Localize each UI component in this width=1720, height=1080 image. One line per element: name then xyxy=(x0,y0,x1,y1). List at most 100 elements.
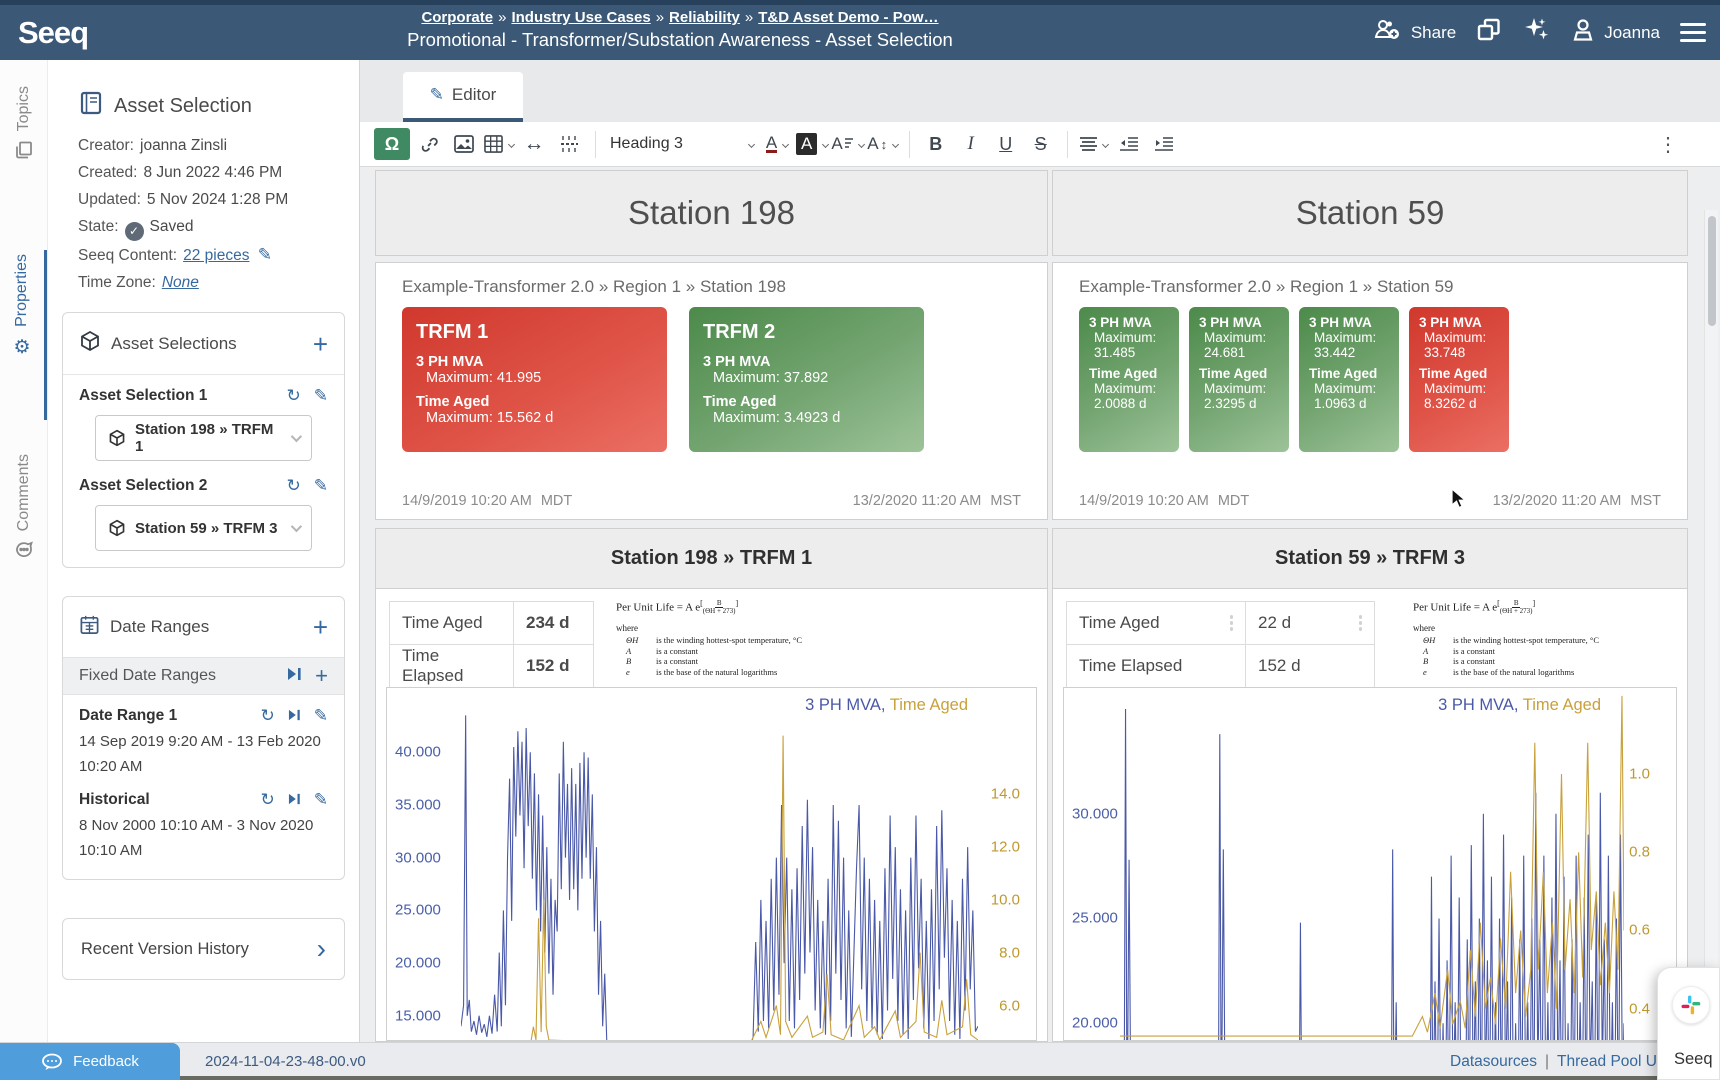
strikethrough-button[interactable]: S xyxy=(1025,128,1057,160)
asset-selection-1-dropdown[interactable]: Station 198 » TRFM 1 xyxy=(95,415,312,461)
metric-card-trfm1[interactable]: TRFM 1 3 PH MVA Maximum: 41.995 Time Age… xyxy=(402,307,667,452)
refresh-icon[interactable]: ↻ xyxy=(261,790,275,810)
align-button[interactable] xyxy=(1078,128,1110,160)
status-bar: 2024-11-04-23-48-00.v0 Datasources|Threa… xyxy=(0,1042,1720,1080)
font-color-button[interactable]: A xyxy=(761,128,793,160)
historical-name: Historical xyxy=(79,791,248,809)
metric-card-1[interactable]: 3 PH MVA Maximum: 31.485 Time Aged Maxim… xyxy=(1079,307,1179,452)
image-button[interactable] xyxy=(448,128,480,160)
axis-tick: 1.0 xyxy=(1629,766,1650,783)
refresh-icon[interactable]: ↻ xyxy=(287,386,301,406)
hamburger-menu-icon[interactable] xyxy=(1680,18,1706,47)
date-range-footer: 14/9/2019 10:20 AMMDT 13/2/2020 11:20 AM… xyxy=(1079,493,1661,509)
step-to-end-icon[interactable] xyxy=(288,706,301,726)
metric-card-trfm2[interactable]: TRFM 2 3 PH MVA Maximum: 37.892 Time Age… xyxy=(689,307,924,452)
chevron-down-icon xyxy=(748,140,755,147)
axis-tick: 0.4 xyxy=(1629,1000,1650,1017)
seeq-logo[interactable]: Seeq xyxy=(18,15,88,51)
indent-button[interactable] xyxy=(1148,128,1180,160)
toolbar-overflow-button[interactable]: ⋮ xyxy=(1658,132,1678,157)
refresh-icon[interactable]: ↻ xyxy=(287,476,301,496)
share-label: Share xyxy=(1411,23,1456,43)
user-menu[interactable]: Joanna xyxy=(1570,17,1660,48)
drag-handle-icon[interactable] xyxy=(1359,615,1363,631)
cube-icon xyxy=(108,429,126,447)
datasources-link[interactable]: Datasources xyxy=(1450,1053,1537,1070)
section-header-trfm1: Station 198 » TRFM 1 xyxy=(376,529,1047,589)
feedback-button[interactable]: Feedback xyxy=(0,1043,180,1080)
axis-tick: 0.8 xyxy=(1629,844,1650,861)
add-asset-selection-button[interactable]: + xyxy=(313,334,328,354)
fixed-date-ranges-label: Fixed Date Ranges xyxy=(79,667,274,685)
asset-selection-2-dropdown[interactable]: Station 59 » TRFM 3 xyxy=(95,505,312,551)
font-size-button[interactable]: A xyxy=(831,128,863,160)
slack-notification-popup[interactable]: Seeq xyxy=(1657,967,1720,1080)
share-button[interactable]: Share xyxy=(1373,18,1456,47)
historical-value: 8 Nov 2000 10:10 AM - 3 Nov 2020 10:10 A… xyxy=(79,813,328,863)
breadcrumb-link-reliability[interactable]: Reliability xyxy=(669,9,740,26)
stats-table[interactable]: Time Aged 234 d Time Elapsed 152 d xyxy=(389,601,594,688)
page-title: Promotional - Transformer/Substation Awa… xyxy=(250,29,1110,51)
tab-properties[interactable]: Properties ⚙ xyxy=(0,250,47,420)
metric-card-3[interactable]: 3 PH MVA Maximum: 33.442 Time Aged Maxim… xyxy=(1299,307,1399,452)
cube-icon xyxy=(108,519,126,537)
highlight-color-button[interactable]: A xyxy=(796,128,828,160)
timezone-link[interactable]: None xyxy=(162,274,199,291)
saved-check-icon: ✓ xyxy=(125,222,144,241)
add-fixed-range-button[interactable]: + xyxy=(315,666,328,686)
horizontal-resize-button[interactable]: ↔ xyxy=(518,128,550,160)
tab-topics[interactable]: Topics xyxy=(0,82,47,220)
chevron-down-icon xyxy=(291,521,302,532)
range-end: 13/2/2020 11:20 AM xyxy=(1493,493,1622,509)
edit-icon[interactable]: ✎ xyxy=(314,706,328,726)
page-break-button[interactable] xyxy=(553,128,585,160)
edit-icon[interactable]: ✎ xyxy=(314,790,328,810)
axis-tick: 25.000 xyxy=(395,902,441,919)
ai-assistant-button[interactable] xyxy=(1522,16,1550,49)
edit-content-icon[interactable]: ✎ xyxy=(258,245,272,264)
recent-version-history[interactable]: Recent Version History › xyxy=(62,918,345,980)
add-date-range-button[interactable]: + xyxy=(313,617,328,637)
asset-selection-1-name: Asset Selection 1 xyxy=(79,387,274,405)
editor-scrollbar[interactable] xyxy=(1704,210,1718,1000)
properties-panel: Asset Selection Creator:joanna Zinsli Cr… xyxy=(48,60,360,1042)
gear-icon: ⚙ xyxy=(13,336,30,359)
edit-icon[interactable]: ✎ xyxy=(314,386,328,406)
line-height-button[interactable]: A↕ xyxy=(867,128,899,160)
properties-label: Properties xyxy=(13,254,31,327)
seeq-content-link[interactable]: 22 pieces xyxy=(183,247,249,264)
breadcrumb-link-demo[interactable]: T&D Asset Demo - Pow… xyxy=(758,9,938,26)
axis-tick: 30.000 xyxy=(1072,805,1118,822)
bold-button[interactable]: B xyxy=(920,128,952,160)
size-lines-icon xyxy=(845,138,853,150)
metric-card-4[interactable]: 3 PH MVA Maximum: 33.748 Time Aged Maxim… xyxy=(1409,307,1509,452)
metric-card-2[interactable]: 3 PH MVA Maximum: 24.681 Time Aged Maxim… xyxy=(1189,307,1289,452)
underline-button[interactable]: U xyxy=(990,128,1022,160)
breadcrumb-link-industry[interactable]: Industry Use Cases xyxy=(511,9,650,26)
table-button[interactable] xyxy=(483,128,515,160)
refresh-icon[interactable]: ↻ xyxy=(261,706,275,726)
tab-editor[interactable]: ✎ Editor xyxy=(403,72,523,122)
trend-chart-trfm1[interactable]: 3 PH MVA, Time Aged 40.00035.00030.00025… xyxy=(386,687,1037,1041)
legend-series: 3 PH MVA xyxy=(1438,696,1514,714)
heading-style-select[interactable]: Heading 3 xyxy=(606,135,758,153)
breadcrumb-link-corporate[interactable]: Corporate xyxy=(421,9,493,26)
legend-series: 3 PH MVA xyxy=(805,696,881,714)
tab-comments[interactable]: Comments xyxy=(0,450,47,618)
heading-style-value: Heading 3 xyxy=(610,135,745,153)
italic-button[interactable]: I xyxy=(955,128,987,160)
step-to-end-icon[interactable] xyxy=(287,666,302,686)
drag-handle-icon[interactable] xyxy=(1230,615,1234,631)
outdent-button[interactable] xyxy=(1113,128,1145,160)
scrollbar-thumb[interactable] xyxy=(1708,216,1716,326)
image-icon xyxy=(454,135,474,153)
trend-chart-trfm3[interactable]: 3 PH MVA, Time Aged 30.00025.00020.0001.… xyxy=(1063,687,1677,1041)
range-start: 14/9/2019 10:20 AM xyxy=(402,493,532,509)
worksheets-button[interactable] xyxy=(1476,17,1502,48)
edit-icon[interactable]: ✎ xyxy=(314,476,328,496)
insert-seeq-content-button[interactable]: Ω xyxy=(374,128,410,160)
link-button[interactable] xyxy=(413,128,445,160)
thread-pool-link[interactable]: Thread Pool U xyxy=(1557,1053,1657,1070)
stats-table[interactable]: Time Aged 22 d Time Elapsed 152 d xyxy=(1066,601,1375,688)
step-to-end-icon[interactable] xyxy=(288,790,301,810)
